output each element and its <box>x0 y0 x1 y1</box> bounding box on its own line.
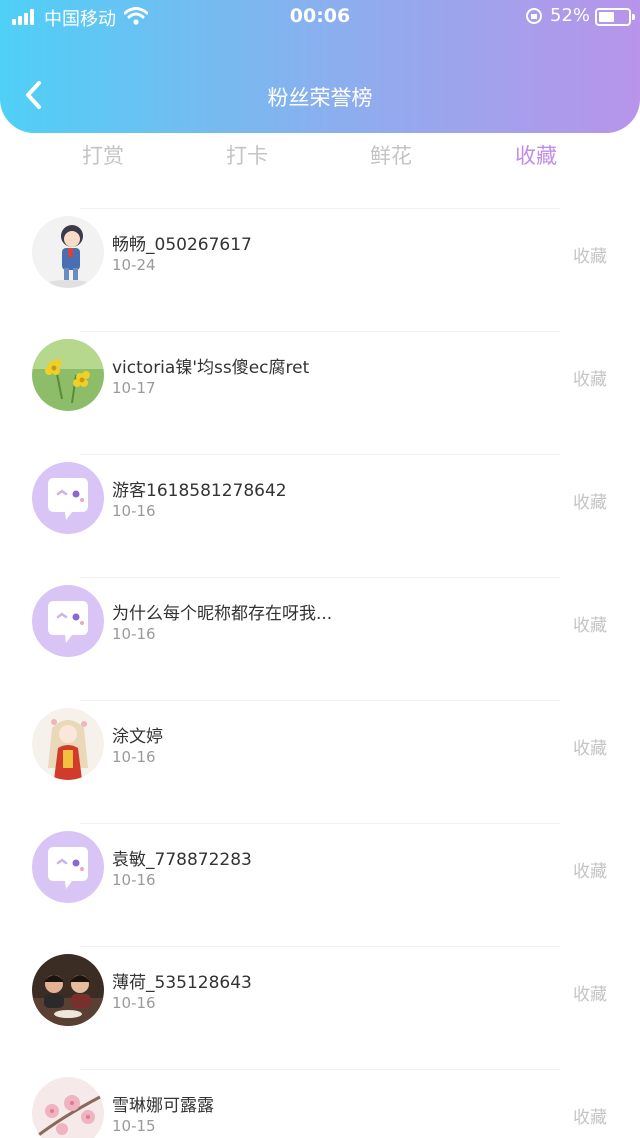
fan-date: 10-16 <box>112 502 156 520</box>
favorite-label: 收藏 <box>573 616 607 636</box>
list-item[interactable]: 雪琳娜可露露 10-15 收藏 <box>0 1069 640 1138</box>
fan-name: 游客1618581278642 <box>112 481 287 501</box>
fan-list: 畅畅_050267617 10-24 收藏 victoria镍'均ss傻ec腐r… <box>0 208 640 1138</box>
tab-bar: 打赏 打卡 鲜花 收藏 <box>0 140 640 184</box>
fan-name: victoria镍'均ss傻ec腐ret <box>112 358 310 378</box>
fan-name: 畅畅_050267617 <box>112 235 252 255</box>
list-item[interactable]: victoria镍'均ss傻ec腐ret 10-17 收藏 <box>0 331 640 454</box>
avatar <box>32 831 104 903</box>
fan-date: 10-16 <box>112 994 156 1012</box>
favorite-label: 收藏 <box>573 247 607 267</box>
tab-flowers[interactable]: 鲜花 <box>331 140 451 170</box>
list-item[interactable]: 畅畅_050267617 10-24 收藏 <box>0 208 640 331</box>
favorite-label: 收藏 <box>573 1108 607 1128</box>
favorite-label: 收藏 <box>573 739 607 759</box>
list-item[interactable]: 游客1618581278642 10-16 收藏 <box>0 454 640 577</box>
avatar <box>32 216 104 288</box>
fan-name: 薄荷_535128643 <box>112 973 252 993</box>
page-title: 粉丝荣誉榜 <box>267 86 373 110</box>
fan-name: 雪琳娜可露露 <box>112 1096 214 1116</box>
tab-checkin[interactable]: 打卡 <box>187 140 307 170</box>
fan-date: 10-16 <box>112 748 156 766</box>
fan-name: 袁敏_778872283 <box>112 850 252 870</box>
fan-date: 10-15 <box>112 1117 156 1135</box>
avatar <box>32 462 104 534</box>
battery-percent: 52% <box>550 5 591 26</box>
fan-date: 10-17 <box>112 379 156 397</box>
clock: 00:06 <box>289 5 351 27</box>
list-item[interactable]: 涂文婷 10-16 收藏 <box>0 700 640 823</box>
list-item[interactable]: 袁敏_778872283 10-16 收藏 <box>0 823 640 946</box>
battery-icon <box>595 8 635 26</box>
fan-date: 10-24 <box>112 256 156 274</box>
avatar <box>32 1077 104 1138</box>
favorite-label: 收藏 <box>573 862 607 882</box>
fan-name: 为什么每个昵称都存在呀我... <box>112 604 333 624</box>
avatar <box>32 954 104 1026</box>
fan-name: 涂文婷 <box>112 727 163 747</box>
favorite-label: 收藏 <box>573 985 607 1005</box>
favorite-label: 收藏 <box>573 493 607 513</box>
rotation-lock-icon <box>526 8 542 24</box>
fan-date: 10-16 <box>112 625 156 643</box>
avatar <box>32 585 104 657</box>
tab-favorites[interactable]: 收藏 <box>476 140 596 170</box>
avatar <box>32 339 104 411</box>
fan-date: 10-16 <box>112 871 156 889</box>
list-item[interactable]: 薄荷_535128643 10-16 收藏 <box>0 946 640 1069</box>
favorite-label: 收藏 <box>573 370 607 390</box>
list-item[interactable]: 为什么每个昵称都存在呀我... 10-16 收藏 <box>0 577 640 700</box>
avatar <box>32 708 104 780</box>
tab-tip[interactable]: 打赏 <box>43 140 163 170</box>
status-bar: 中国移动 00:06 52% <box>0 0 640 34</box>
header-bar: 中国移动 00:06 52% 粉丝荣誉榜 <box>0 0 640 133</box>
